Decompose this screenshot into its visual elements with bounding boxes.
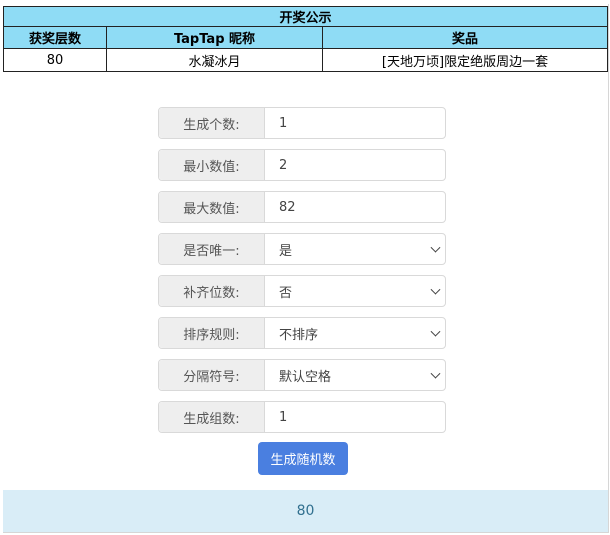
sort-select[interactable]: 不排序 [265,318,445,348]
count-group: 生成个数: 1 [158,107,446,139]
groups-label: 生成组数: [159,402,265,432]
column-header-prize: 奖品 [322,26,608,49]
unique-value: 是 [279,243,293,259]
unique-label: 是否唯一: [159,234,265,264]
max-label: 最大数值: [159,192,265,222]
unique-group: 是否唯一: 是 [158,233,446,265]
chevron-down-icon [430,284,441,295]
sort-label: 排序规则: [159,318,265,348]
generate-button[interactable]: 生成随机数 [258,442,348,475]
max-input[interactable]: 82 [265,192,445,222]
chevron-down-icon [430,326,441,337]
separator-label: 分隔符号: [159,360,265,390]
sort-group: 排序规则: 不排序 [158,317,446,349]
announcement-title: 开奖公示 [3,6,608,27]
pad-value: 否 [279,285,293,301]
groups-group: 生成组数: 1 [158,401,446,433]
cell-floor: 80 [3,48,107,72]
result-box: 80 [3,490,608,532]
max-group: 最大数值: 82 [158,191,446,223]
chevron-down-icon [430,368,441,379]
unique-select[interactable]: 是 [265,234,445,264]
min-input[interactable]: 2 [265,150,445,180]
result-value: 80 [296,503,315,519]
cell-prize: [天地万顷]限定绝版周边一套 [322,48,608,72]
sort-value: 不排序 [279,327,319,343]
min-label: 最小数值: [159,150,265,180]
announcement-table: 开奖公示 获奖层数 TapTap 昵称 奖品 80 水凝冰月 [天地万顷]限定绝… [3,6,608,72]
count-input[interactable]: 1 [265,108,445,138]
table-row: 80 水凝冰月 [天地万顷]限定绝版周边一套 [3,48,608,72]
pad-group: 补齐位数: 否 [158,275,446,307]
column-header-floor: 获奖层数 [3,26,107,49]
pad-select[interactable]: 否 [265,276,445,306]
chevron-down-icon [430,242,441,253]
separator-select[interactable]: 默认空格 [265,360,445,390]
cell-nickname: 水凝冰月 [106,48,323,72]
count-label: 生成个数: [159,108,265,138]
separator-value: 默认空格 [279,369,332,385]
separator-group: 分隔符号: 默认空格 [158,359,446,391]
groups-input[interactable]: 1 [265,402,445,432]
pad-label: 补齐位数: [159,276,265,306]
column-header-nickname: TapTap 昵称 [106,26,323,49]
min-group: 最小数值: 2 [158,149,446,181]
